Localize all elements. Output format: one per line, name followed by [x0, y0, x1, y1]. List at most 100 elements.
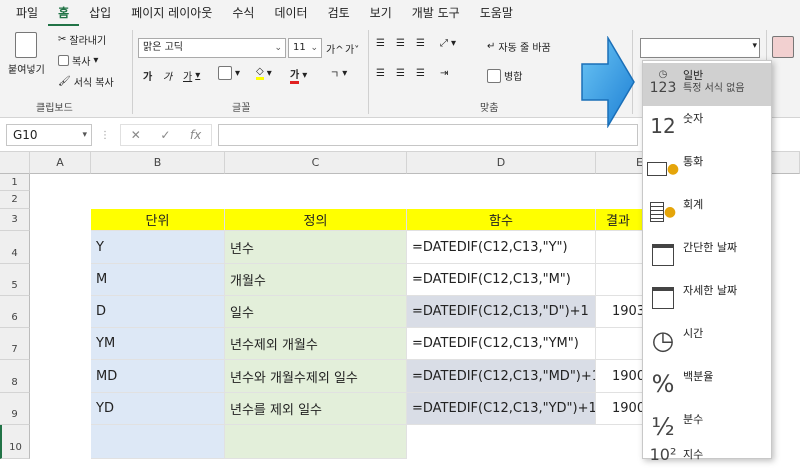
font-group-label: 글꼴	[232, 103, 251, 114]
table-cell-def[interactable]: 일수	[225, 296, 407, 328]
table-cell-unit[interactable]: YM	[91, 328, 225, 360]
bold-button[interactable]: 가	[143, 68, 152, 83]
select-all-corner[interactable]	[0, 152, 30, 174]
table-cell-def[interactable]: 년수	[225, 231, 407, 264]
table-cell-func[interactable]: =DATEDIF(C12,C13,"M")	[407, 264, 596, 296]
row-header-8[interactable]: 8	[0, 360, 30, 393]
underline-label: 가	[183, 72, 193, 83]
table-cell-func[interactable]: =DATEDIF(C12,C13,"MD")+1	[407, 360, 596, 393]
table-cell-def[interactable]: 년수제외 개월수	[225, 328, 407, 360]
conditional-format-button[interactable]	[772, 36, 794, 58]
wrap-text-button[interactable]: ↵ 자동 줄 바꿈	[487, 39, 551, 54]
row-header-9[interactable]: 9	[0, 393, 30, 425]
copy-button[interactable]: 복사 ▾	[58, 53, 98, 68]
format-option-long-date[interactable]: 자세한 날짜	[643, 278, 771, 321]
col-header-b[interactable]: B	[91, 152, 225, 174]
phonetic-icon: ㄱ	[330, 70, 340, 81]
table-cell-func[interactable]: =DATEDIF(C12,C13,"YD")+1	[407, 393, 596, 425]
row-header-4[interactable]: 4	[0, 231, 30, 264]
row-header-2[interactable]: 2	[0, 191, 30, 209]
menu-insert[interactable]: 삽입	[79, 0, 121, 26]
table-cell-func[interactable]: =DATEDIF(C12,C13,"Y")	[407, 231, 596, 264]
format-option-general[interactable]: ◷ 123 일반 특정 서식 없음	[643, 63, 771, 106]
header-cell-function[interactable]: 함수	[407, 209, 596, 231]
align-bottom-button[interactable]: ☰	[416, 38, 425, 49]
format-option-percent[interactable]: % 백분율	[643, 364, 771, 407]
table-cell-empty[interactable]	[225, 425, 407, 459]
table-cell-func[interactable]: =DATEDIF(C12,C13,"D")+1	[407, 296, 596, 328]
shrink-font-button[interactable]: 가˅	[345, 41, 359, 56]
menu-page-layout[interactable]: 페이지 레이아웃	[121, 0, 222, 26]
format-painter-button[interactable]: 🖌 서식 복사	[58, 74, 114, 89]
table-cell-empty[interactable]	[91, 425, 225, 459]
table-cell-unit[interactable]: M	[91, 264, 225, 296]
menu-review[interactable]: 검토	[318, 0, 360, 26]
format-option-scientific[interactable]: 10² 지수	[643, 445, 771, 464]
menu-home[interactable]: 홈	[48, 0, 80, 26]
number-format-select[interactable]: ▾	[640, 38, 760, 58]
format-option-time[interactable]: ◷ 시간	[643, 321, 771, 364]
name-box[interactable]: G10 ▾	[6, 124, 92, 146]
format-option-currency[interactable]: ● 통화	[643, 149, 771, 192]
align-middle-button[interactable]: ☰	[396, 38, 405, 49]
row-header-6[interactable]: 6	[0, 296, 30, 328]
menu-data[interactable]: 데이터	[264, 0, 317, 26]
paste-button[interactable]: 붙여넣기	[8, 32, 45, 76]
menu-view[interactable]: 보기	[360, 0, 402, 26]
table-cell-def[interactable]: 년수와 개월수제외 일수	[225, 360, 407, 393]
format-option-short-date[interactable]: 간단한 날짜	[643, 235, 771, 278]
header-cell-definition[interactable]: 정의	[225, 209, 407, 231]
col-header-d[interactable]: D	[407, 152, 596, 174]
table-cell-unit[interactable]: MD	[91, 360, 225, 393]
menu-help[interactable]: 도움말	[470, 0, 523, 26]
row-header-3[interactable]: 3	[0, 209, 30, 231]
col-header-c[interactable]: C	[225, 152, 407, 174]
drag-handle-icon[interactable]: ⋮	[100, 130, 110, 141]
table-cell-unit[interactable]: D	[91, 296, 225, 328]
align-left-button[interactable]: ☰	[376, 68, 385, 79]
row-header-5[interactable]: 5	[0, 264, 30, 296]
row-header-7[interactable]: 7	[0, 328, 30, 360]
insert-function-icon[interactable]: fx	[190, 128, 201, 142]
merge-button[interactable]: 병합	[487, 68, 522, 83]
table-cell-unit[interactable]: YD	[91, 393, 225, 425]
font-name-select[interactable]: 맑은 고딕 ⌄	[138, 38, 286, 58]
font-size-value: 11	[293, 42, 306, 53]
cut-button[interactable]: ✂ 잘라내기	[58, 32, 106, 47]
italic-button[interactable]: 가	[163, 68, 172, 83]
align-left-icon: ☰	[376, 68, 385, 79]
menu-developer[interactable]: 개발 도구	[402, 0, 470, 26]
phonetic-button[interactable]: ㄱ ▾	[330, 66, 347, 81]
format-option-sub: 특정 서식 없음	[683, 83, 745, 94]
font-color-button[interactable]: 가 ▾	[290, 66, 307, 84]
col-header-a[interactable]: A	[30, 152, 91, 174]
formula-input[interactable]	[218, 124, 638, 146]
font-size-select[interactable]: 11 ⌄	[288, 38, 322, 58]
table-cell-def[interactable]: 년수를 제외 일수	[225, 393, 407, 425]
menu-file[interactable]: 파일	[6, 0, 48, 26]
align-center-button[interactable]: ☰	[396, 68, 405, 79]
borders-button[interactable]: ▾	[218, 66, 240, 80]
align-top-button[interactable]: ☰	[376, 38, 385, 49]
table-cell-unit[interactable]: Y	[91, 231, 225, 264]
grow-font-button[interactable]: 가^	[326, 41, 344, 56]
wrap-text-icon: ↵	[487, 41, 496, 52]
align-right-button[interactable]: ☰	[416, 68, 425, 79]
header-cell-unit[interactable]: 단위	[91, 209, 225, 231]
fill-color-button[interactable]: ◇ ▾	[256, 66, 272, 80]
orientation-button[interactable]: ⤢ ▾	[440, 38, 456, 49]
format-option-accounting[interactable]: ● 회계	[643, 192, 771, 235]
row-header-1[interactable]: 1	[0, 174, 30, 191]
currency-icon: ●	[643, 149, 683, 189]
cancel-icon[interactable]: ✕	[131, 128, 141, 142]
format-option-text: 일반 특정 서식 없음	[683, 63, 745, 95]
format-option-label: 백분율	[683, 370, 714, 383]
row-header-10[interactable]: 10	[0, 425, 30, 459]
indent-button[interactable]: ⇥	[440, 68, 448, 79]
format-option-number[interactable]: 12 숫자	[643, 106, 771, 149]
table-cell-def[interactable]: 개월수	[225, 264, 407, 296]
enter-icon[interactable]: ✓	[160, 128, 170, 142]
underline-button[interactable]: 가 ▾	[183, 68, 200, 83]
menu-formulas[interactable]: 수식	[222, 0, 264, 26]
table-cell-func[interactable]: =DATEDIF(C12,C13,"YM")	[407, 328, 596, 360]
